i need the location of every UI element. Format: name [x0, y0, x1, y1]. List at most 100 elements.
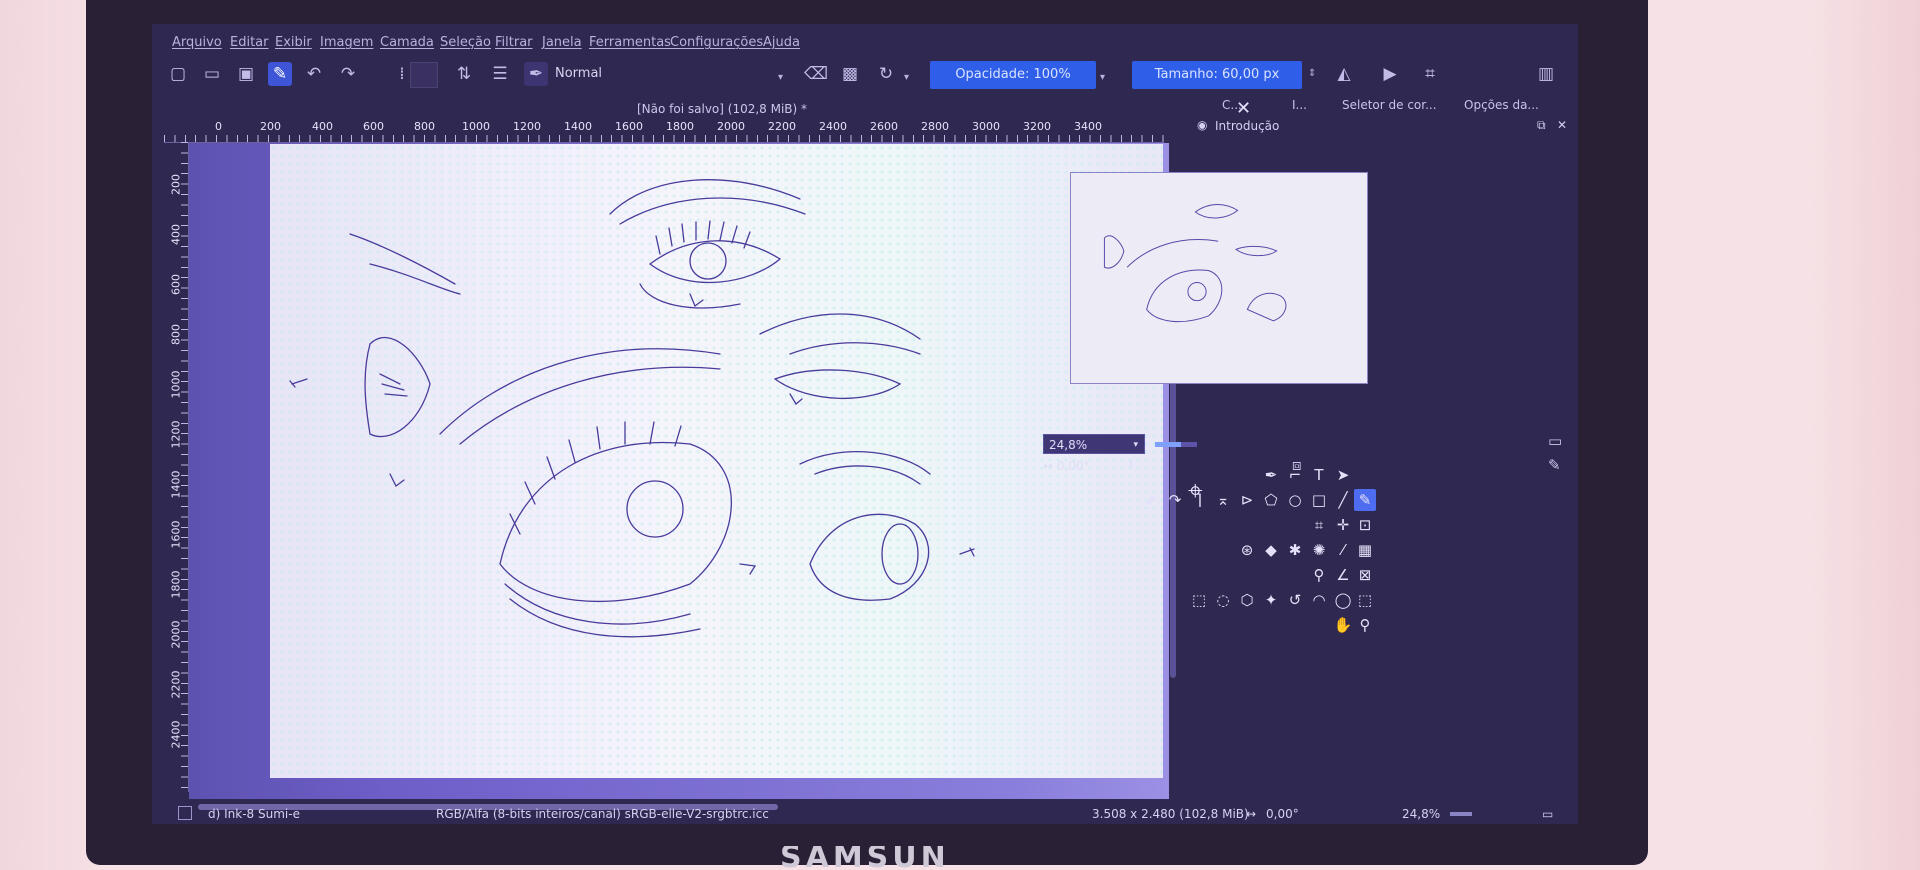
swap-colors-icon[interactable]: ⇅: [452, 62, 476, 86]
pan-tool-icon[interactable]: ✋: [1332, 614, 1354, 636]
text-tool-icon[interactable]: T: [1308, 464, 1330, 486]
zoom-tool-icon[interactable]: ⚲: [1354, 614, 1376, 636]
docker-tab[interactable]: Seletor de cor...: [1342, 98, 1437, 112]
open-icon[interactable]: ▭: [200, 62, 224, 86]
new-document-icon[interactable]: ▢: [166, 62, 190, 86]
undo-icon[interactable]: ↶: [302, 62, 326, 86]
crop-tool-icon[interactable]: ⌗: [1308, 514, 1330, 536]
workspace-icon[interactable]: ▥: [1534, 62, 1558, 86]
docker-tab[interactable]: C...: [1222, 98, 1242, 112]
chevron-down-icon[interactable]: ▾: [1133, 435, 1138, 455]
menu-exibir[interactable]: Exibir: [275, 35, 312, 50]
docker-tab[interactable]: Opções da...: [1464, 98, 1539, 112]
rectangle-tool-icon[interactable]: □: [1308, 489, 1330, 511]
monitor-icon[interactable]: ▭: [1542, 807, 1553, 821]
ruler-label: 2600: [870, 120, 898, 133]
dynamic-brush-tool-icon[interactable]: ⊳: [1236, 489, 1258, 511]
current-brush[interactable]: d) Ink-8 Sumi-e: [208, 807, 300, 821]
ruler-label: 1800: [169, 570, 183, 599]
reload-icon[interactable]: ↻: [874, 62, 898, 86]
polyline-tool-icon[interactable]: ⌉: [1188, 489, 1210, 511]
zoom-slider[interactable]: [1155, 442, 1197, 447]
eye-sketches: [289, 179, 975, 638]
brush-settings-icon[interactable]: ☰: [488, 62, 512, 86]
menu-editar[interactable]: Editar: [230, 35, 269, 50]
menu-ferramentas[interactable]: Ferramentas: [589, 35, 671, 50]
docker-tab-bar: C... I... Seletor de cor... Opções da...: [1212, 98, 1578, 118]
curve-tool-icon[interactable]: ↷: [1164, 489, 1186, 511]
zoom-select[interactable]: 24,8% ▾: [1043, 434, 1145, 454]
pin-icon[interactable]: ✎: [1548, 456, 1561, 474]
chevron-down-icon[interactable]: ▾: [904, 72, 909, 83]
line-tool-icon[interactable]: ╱: [1332, 489, 1354, 511]
blend-mode-select[interactable]: Normal: [555, 63, 775, 85]
transform-tool-icon[interactable]: ⊡: [1354, 514, 1376, 536]
ruler-label: 2800: [921, 120, 949, 133]
pattern-swatch[interactable]: [410, 62, 438, 88]
polygon-select-tool-icon[interactable]: ⬡: [1236, 589, 1258, 611]
chevron-down-icon[interactable]: ▾: [778, 72, 783, 83]
move-tool-icon[interactable]: ✛: [1332, 514, 1354, 536]
gradient-tool-icon[interactable]: ▦: [1354, 539, 1376, 561]
zoom-slider-fill: [1155, 442, 1181, 447]
monitor-icon[interactable]: ▭: [1548, 432, 1562, 450]
menu-camada[interactable]: Camada: [380, 35, 434, 50]
menu-imagem[interactable]: Imagem: [320, 35, 373, 50]
mirror-vertical-icon[interactable]: ▶: [1378, 62, 1402, 86]
magnetic-select-tool-icon[interactable]: ⬚: [1354, 589, 1376, 611]
magic-wand-tool-icon[interactable]: ✦: [1260, 589, 1282, 611]
size-slider[interactable]: Tamanho: 60,00 px: [1132, 61, 1302, 89]
brush-icon[interactable]: ✎: [268, 62, 292, 86]
docker-tab[interactable]: I...: [1292, 98, 1307, 112]
opacity-slider[interactable]: Opacidade: 100%: [930, 61, 1096, 89]
ellipse-select-tool-icon[interactable]: ◌: [1212, 589, 1234, 611]
similar-select-tool-icon[interactable]: ◯: [1332, 589, 1354, 611]
menu-configuracoes[interactable]: Configurações: [670, 35, 763, 50]
bezier-tool-icon[interactable]: ⌅: [1212, 489, 1234, 511]
ruler-label: 2200: [169, 670, 183, 699]
save-icon[interactable]: ▣: [234, 62, 258, 86]
status-checkbox[interactable]: [178, 806, 192, 820]
select-tool-icon[interactable]: ➤: [1332, 464, 1354, 486]
ruler-label: 1400: [564, 120, 592, 133]
ruler-label: 1600: [169, 520, 183, 549]
float-icon[interactable]: ⧉: [1537, 118, 1546, 133]
drawing-canvas[interactable]: [270, 144, 1163, 778]
menu-selecao[interactable]: Seleção: [440, 35, 491, 50]
assistant-tool-icon[interactable]: ⊛: [1236, 539, 1258, 561]
alpha-lock-icon[interactable]: ▩: [838, 62, 862, 86]
ruler-label: 2200: [768, 120, 796, 133]
close-icon[interactable]: ✕: [1557, 118, 1567, 132]
calligraphy-tool-icon[interactable]: ✒: [1260, 464, 1282, 486]
chevron-updown-icon[interactable]: ⇕: [1308, 68, 1316, 79]
freehand-select-tool-icon[interactable]: ↺: [1284, 589, 1306, 611]
rect-select-tool-icon[interactable]: ⬚: [1188, 589, 1210, 611]
reference-tool-icon[interactable]: ⚲: [1308, 564, 1330, 586]
mirror-horizontal-icon[interactable]: ◭: [1332, 62, 1356, 86]
crop-icon[interactable]: ⌗: [1418, 62, 1442, 86]
overview-thumbnail[interactable]: [1070, 172, 1368, 384]
fill-tool-icon[interactable]: ⬈: [1140, 489, 1162, 511]
measure-tool-icon[interactable]: ∠: [1332, 564, 1354, 586]
multibrush-tool-icon[interactable]: ✱: [1284, 539, 1306, 561]
menu-janela[interactable]: Janela: [542, 35, 582, 50]
status-rotation: 0,00°: [1266, 807, 1299, 821]
ellipse-tool-icon[interactable]: ○: [1284, 489, 1306, 511]
edit-shapes-tool-icon[interactable]: ⌐: [1284, 464, 1306, 486]
smart-patch-tool-icon[interactable]: ✺: [1308, 539, 1330, 561]
bezier-select-tool-icon[interactable]: ◠: [1308, 589, 1330, 611]
eraser-icon[interactable]: ⌫: [804, 62, 828, 86]
brush-preset-icon[interactable]: ✒: [524, 62, 548, 86]
redo-icon[interactable]: ↷: [336, 62, 360, 86]
bucket-fill-tool-icon[interactable]: ◆: [1260, 539, 1282, 561]
menu-ajuda[interactable]: Ajuda: [763, 35, 800, 50]
menu-filtrar[interactable]: Filtrar: [495, 35, 533, 50]
freehand-brush-tool-icon[interactable]: ✎: [1354, 489, 1376, 511]
status-zoom-slider[interactable]: [1450, 812, 1472, 816]
menu-arquivo[interactable]: Arquivo: [172, 35, 222, 50]
color-picker-tool-icon[interactable]: ⁄: [1332, 539, 1354, 561]
chevron-down-icon[interactable]: ▾: [1100, 72, 1105, 83]
docker-lock-icon[interactable]: ◉: [1197, 118, 1207, 132]
polygon-tool-icon[interactable]: ⬠: [1260, 489, 1282, 511]
perspective-tool-icon[interactable]: ⊠: [1354, 564, 1376, 586]
